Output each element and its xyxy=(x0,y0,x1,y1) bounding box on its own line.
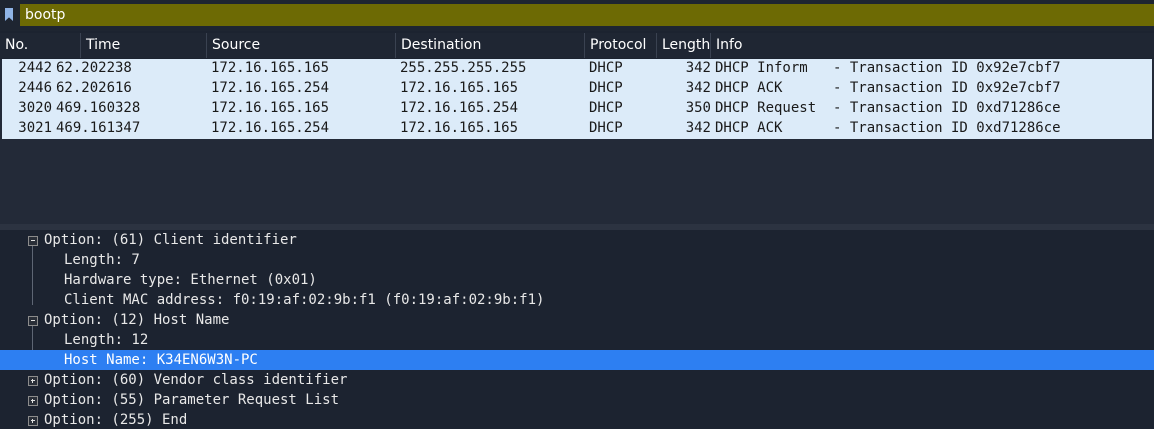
packet-list: 2442 62.202238 172.16.165.165 255.255.25… xyxy=(0,59,1154,224)
tree-item[interactable]: Option: (60) Vendor class identifier xyxy=(0,370,1154,390)
packet-protocol: DHCP xyxy=(589,100,623,116)
packet-info: DHCP Request - Transaction ID 0xd71286ce xyxy=(715,100,1061,116)
tree-item[interactable]: Hardware type: Ethernet (0x01) xyxy=(0,270,1154,290)
packet-no: 2446 xyxy=(18,80,52,96)
tree-item-label: Length: 7 xyxy=(64,252,140,268)
packet-row[interactable]: 3021 469.161347 172.16.165.254 172.16.16… xyxy=(2,119,1152,139)
packet-info: DHCP Inform - Transaction ID 0x92e7cbf7 xyxy=(715,60,1061,76)
packet-no: 3021 xyxy=(18,120,52,136)
packet-protocol: DHCP xyxy=(589,80,623,96)
packet-protocol: DHCP xyxy=(589,60,623,76)
packet-destination: 172.16.165.254 xyxy=(400,100,519,116)
tree-item[interactable]: Option: (55) Parameter Request List xyxy=(0,390,1154,410)
bookmark-icon[interactable] xyxy=(5,8,13,21)
packet-time: 469.160328 xyxy=(56,100,141,116)
collapse-icon[interactable] xyxy=(28,236,38,246)
packet-source: 172.16.165.254 xyxy=(211,120,330,136)
packet-destination: 255.255.255.255 xyxy=(400,60,527,76)
packet-row[interactable]: 2446 62.202616 172.16.165.254 172.16.165… xyxy=(2,79,1152,99)
packet-destination: 172.16.165.165 xyxy=(400,120,519,136)
tree-item-label: Option: (60) Vendor class identifier xyxy=(44,372,348,388)
tree-item-selected[interactable]: Host Name: K34EN6W3N-PC xyxy=(0,350,1154,370)
tree-item-label: Hardware type: Ethernet (0x01) xyxy=(64,272,317,288)
expand-icon[interactable] xyxy=(28,376,38,386)
packet-list-header: No. Time Source Destination Protocol Len… xyxy=(0,33,1154,58)
tree-item[interactable]: Option: (255) End xyxy=(0,410,1154,429)
column-info[interactable]: Info xyxy=(711,33,1154,58)
tree-item-label: Option: (255) End xyxy=(44,412,188,428)
packet-source: 172.16.165.165 xyxy=(211,100,330,116)
tree-item-label: Client MAC address: f0:19:af:02:9b:f1 (f… xyxy=(64,292,545,308)
packet-row[interactable]: 3020 469.160328 172.16.165.165 172.16.16… xyxy=(2,99,1152,119)
packet-no: 2442 xyxy=(18,60,52,76)
packet-no: 3020 xyxy=(18,100,52,116)
tree-item-label: Length: 12 xyxy=(64,332,149,348)
tree-item-label: Option: (12) Host Name xyxy=(44,312,230,328)
column-protocol[interactable]: Protocol xyxy=(585,33,657,58)
expand-icon[interactable] xyxy=(28,396,38,406)
expand-icon[interactable] xyxy=(28,416,38,426)
packet-source: 172.16.165.254 xyxy=(211,80,330,96)
display-filter-input[interactable]: bootp xyxy=(20,4,1154,26)
packet-time: 62.202238 xyxy=(56,60,132,76)
packet-destination: 172.16.165.165 xyxy=(400,80,519,96)
tree-item-label: Option: (55) Parameter Request List xyxy=(44,392,340,408)
collapse-icon[interactable] xyxy=(28,316,38,326)
packet-protocol: DHCP xyxy=(589,120,623,136)
packet-row[interactable]: 2442 62.202238 172.16.165.165 255.255.25… xyxy=(2,59,1152,79)
tree-item[interactable]: Option: (12) Host Name xyxy=(0,310,1154,330)
column-destination[interactable]: Destination xyxy=(396,33,585,58)
tree-item[interactable]: Length: 7 xyxy=(0,250,1154,270)
packet-source: 172.16.165.165 xyxy=(211,60,330,76)
packet-time: 62.202616 xyxy=(56,80,132,96)
packet-length: 342 xyxy=(685,60,711,76)
tree-item[interactable]: Client MAC address: f0:19:af:02:9b:f1 (f… xyxy=(0,290,1154,310)
packet-details-pane: Option: (61) Client identifier Length: 7… xyxy=(0,230,1154,429)
column-source[interactable]: Source xyxy=(207,33,396,58)
tree-item-label: Host Name: K34EN6W3N-PC xyxy=(64,352,258,368)
packet-info: DHCP ACK - Transaction ID 0x92e7cbf7 xyxy=(715,80,1061,96)
column-time[interactable]: Time xyxy=(81,33,207,58)
packet-info: DHCP ACK - Transaction ID 0xd71286ce xyxy=(715,120,1061,136)
packet-length: 342 xyxy=(685,120,711,136)
column-no[interactable]: No. xyxy=(0,33,81,58)
packet-length: 350 xyxy=(685,100,711,116)
column-length[interactable]: Length xyxy=(657,33,711,58)
display-filter-toolbar: bootp xyxy=(0,0,1154,31)
tree-item-label: Option: (61) Client identifier xyxy=(44,232,297,248)
packet-time: 469.161347 xyxy=(56,120,141,136)
tree-item[interactable]: Length: 12 xyxy=(0,330,1154,350)
packet-length: 342 xyxy=(685,80,711,96)
tree-item[interactable]: Option: (61) Client identifier xyxy=(0,230,1154,250)
